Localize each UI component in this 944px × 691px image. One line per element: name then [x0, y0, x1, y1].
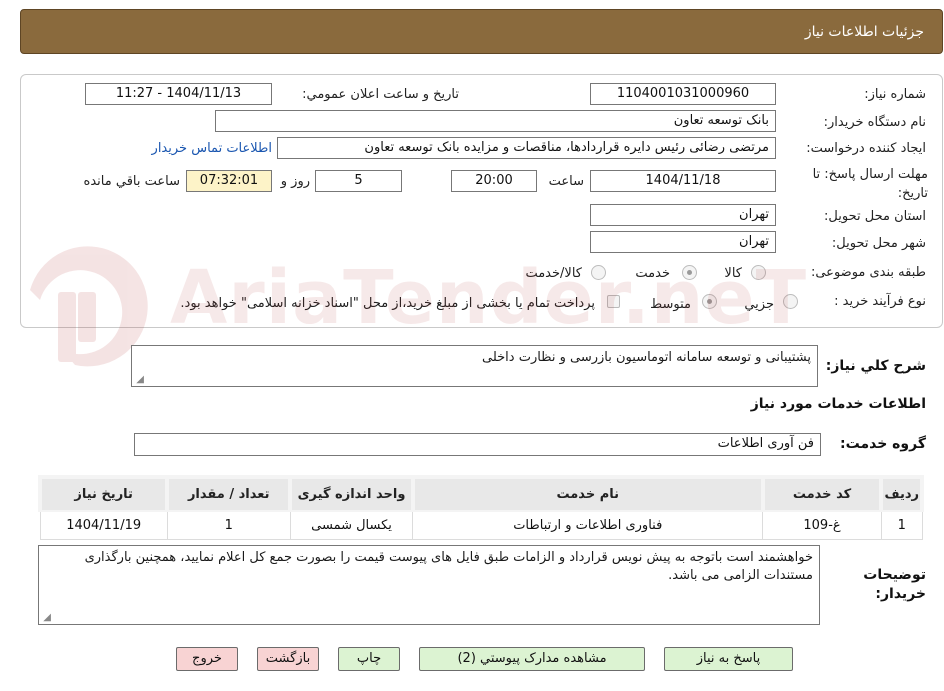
days-label: روز و — [280, 174, 310, 189]
exit-button[interactable]: خروج — [176, 647, 238, 671]
cell-unit: یکسال شمسی — [289, 510, 414, 540]
service-group-field: فن آوری اطلاعات — [134, 433, 821, 456]
col-header-quantity: تعداد / مقدار — [165, 475, 293, 512]
cell-service-name: فناوری اطلاعات و ارتباطات — [412, 510, 764, 540]
summary-textarea: پشتیبانی و توسعه سامانه اتوماسیون بازرسی… — [131, 345, 818, 387]
requester-field: مرتضی رضائی رئیس دایره قراردادها، مناقصا… — [277, 137, 776, 159]
deadline-time-field: 20:00 — [451, 170, 537, 192]
requester-label: ایجاد کننده درخواست: — [806, 141, 926, 156]
cell-row-number: 1 — [880, 510, 923, 540]
days-remaining-field: 5 — [315, 170, 402, 192]
city-label: شهر محل تحویل: — [831, 236, 926, 251]
view-attachments-button[interactable]: مشاهده مدارک پیوستي (2) — [419, 647, 645, 671]
watermark-text: AriaTender.neT — [170, 255, 808, 341]
summary-text: پشتیبانی و توسعه سامانه اتوماسیون بازرسی… — [482, 350, 811, 365]
need-number-label: شماره نیاز: — [864, 87, 926, 102]
province-label: استان محل تحویل: — [824, 209, 926, 224]
deadline-date-field: 1404/11/18 — [590, 170, 776, 192]
city-field: تهران — [590, 231, 776, 253]
col-header-service-code: کد خدمت — [760, 475, 884, 512]
buyer-notes-text: خواهشمند است باتوجه به پیش نویس قرارداد … — [84, 550, 813, 583]
col-header-service-name: نام خدمت — [410, 475, 765, 512]
category-label: طبقه بندی موضوعی: — [810, 265, 926, 280]
buyer-org-field: بانک توسعه تعاون — [215, 110, 776, 132]
cell-quantity: 1 — [166, 510, 291, 540]
remaining-label: ساعت باقي مانده — [83, 174, 180, 189]
deadline-time-label: ساعت — [548, 174, 584, 189]
back-button[interactable]: بازگشت — [257, 647, 319, 671]
cell-need-date: 1404/11/19 — [39, 510, 168, 540]
service-group-label: گروه خدمت: — [840, 436, 926, 452]
resize-grip-icon[interactable]: ◢ — [41, 613, 51, 623]
table-row: 1 غ-109 فناوری اطلاعات و ارتباطات یکسال … — [39, 510, 923, 540]
remaining-time-field: 07:32:01 — [186, 170, 272, 192]
reply-to-need-button[interactable]: پاسخ به نیاز — [664, 647, 793, 671]
cell-service-code: غ-109 — [762, 510, 882, 540]
col-header-row-number: رديف — [879, 475, 924, 512]
resize-grip-icon[interactable]: ◢ — [134, 375, 144, 385]
process-label: نوع فرآیند خرید : — [834, 294, 926, 309]
deadline-label: مهلت ارسال پاسخ: تا تاریخ: — [812, 167, 928, 201]
province-field: تهران — [590, 204, 776, 226]
services-section-title: اطلاعات خدمات مورد نیاز — [750, 396, 926, 412]
col-header-unit: واحد اندازه گیری — [288, 475, 415, 512]
col-header-need-date: تاریخ نیاز — [37, 475, 170, 512]
print-button[interactable]: چاپ — [338, 647, 400, 671]
announce-datetime-field: 1404/11/13 - 11:27 — [85, 83, 272, 105]
buyer-notes-textarea: خواهشمند است باتوجه به پیش نویس قرارداد … — [38, 545, 820, 625]
buyer-org-label: نام دستگاه خريدار: — [823, 115, 926, 130]
announce-label: تاریخ و ساعت اعلان عمومي: — [302, 87, 459, 102]
buyer-contact-link[interactable]: اطلاعات تماس خریدار — [152, 141, 272, 156]
page-header: جزئیات اطلاعات نیاز — [20, 9, 943, 54]
services-table: رديف کد خدمت نام خدمت واحد اندازه گیری ت… — [37, 475, 924, 540]
need-number-field: 1104001031000960 — [590, 83, 776, 105]
table-header-row: رديف کد خدمت نام خدمت واحد اندازه گیری ت… — [37, 475, 924, 512]
summary-label: شرح کلي نياز: — [825, 358, 926, 374]
buyer-notes-label: توضيحات خريدار: — [863, 567, 926, 602]
page-title: جزئیات اطلاعات نیاز — [804, 24, 924, 40]
